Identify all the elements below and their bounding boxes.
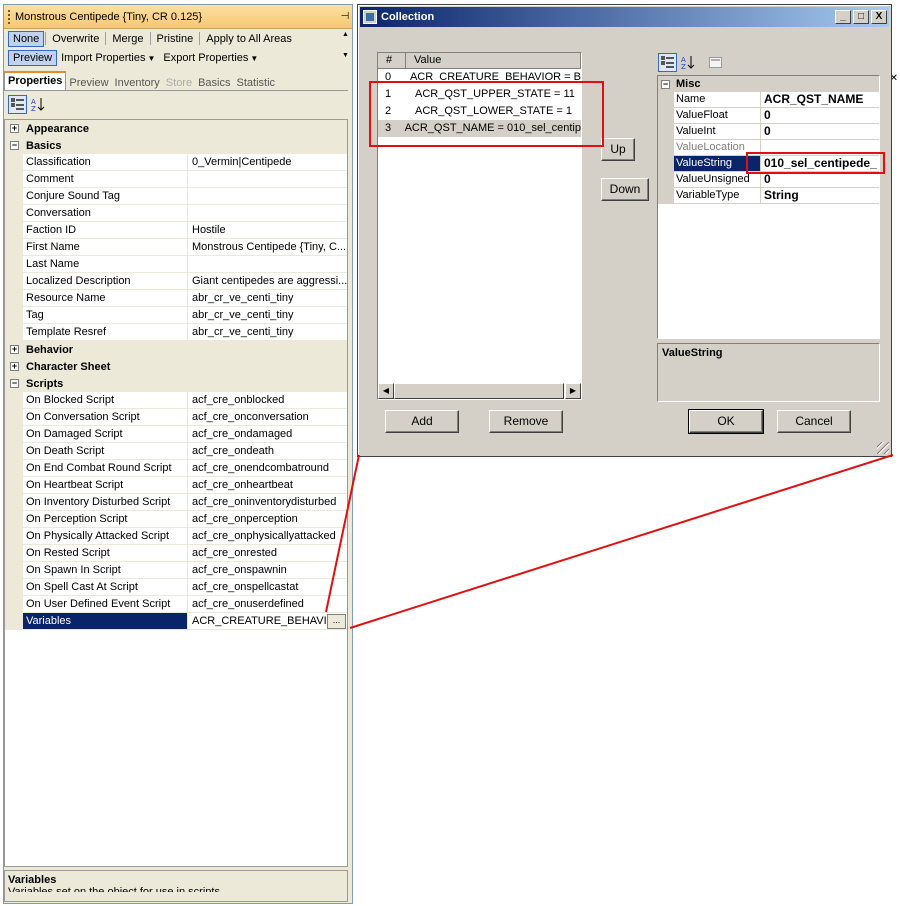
annotation-line [325,454,360,613]
annotation-line [349,454,894,629]
annotation-connector-lines [325,454,894,629]
